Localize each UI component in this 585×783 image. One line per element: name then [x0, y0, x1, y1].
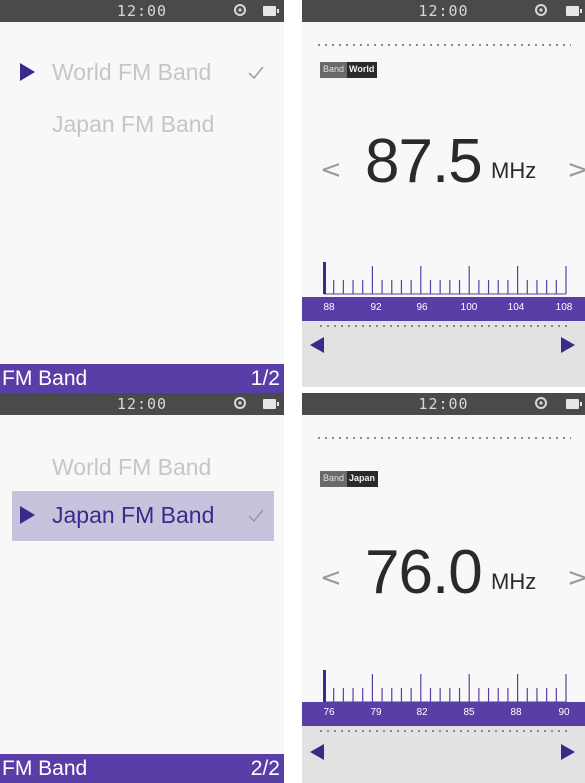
frequency-unit: MHz	[491, 569, 537, 594]
scale-labels-bar: 88 92 96 100 104 108	[302, 297, 585, 321]
scale-label: 79	[370, 707, 382, 718]
band-menu-screen: 12:00 World FM Band Japan FM Band FM Ban…	[0, 393, 284, 783]
scale-label: 92	[370, 302, 382, 313]
frequency-display: 76.0	[365, 538, 483, 607]
dotted-divider	[318, 44, 571, 46]
radio-screen: 12:00 Band Japan < 76.0 MHz > 76 79 82 8…	[302, 393, 585, 783]
next-frequency-button[interactable]: >	[567, 155, 585, 185]
footer-title: FM Band	[2, 757, 88, 780]
menu-item-label: Japan FM Band	[52, 111, 215, 137]
checkmark-icon	[248, 509, 264, 523]
seek-back-button[interactable]	[310, 744, 324, 760]
radio-screen: 12:00 Band World < 87.5 MHz > 88 92 96 1…	[302, 0, 585, 387]
dotted-divider	[318, 437, 571, 439]
seek-forward-button[interactable]	[561, 744, 575, 760]
footer-bar: FM Band 1/2	[0, 364, 284, 393]
battery-icon	[566, 399, 582, 409]
menu-item-world-fm-band[interactable]: World FM Band	[12, 443, 274, 493]
selection-arrow-icon	[20, 63, 35, 81]
menu-item-label: World FM Band	[52, 454, 212, 480]
nav-bar	[302, 321, 585, 387]
dotted-divider	[320, 730, 571, 732]
settings-icon	[535, 397, 547, 409]
menu-item-world-fm-band[interactable]: World FM Band	[12, 48, 274, 98]
scale-label: 100	[460, 302, 478, 313]
tuner-needle[interactable]	[323, 670, 326, 702]
scale-label: 85	[463, 707, 475, 718]
next-frequency-button[interactable]: >	[567, 563, 585, 593]
battery-icon	[263, 6, 279, 16]
settings-icon	[234, 397, 246, 409]
tuner-scale[interactable]	[302, 648, 585, 705]
band-menu-screen: 12:00 World FM Band Japan FM Band FM Ban…	[0, 0, 284, 393]
menu-item-japan-fm-band[interactable]: Japan FM Band	[12, 491, 274, 541]
nav-bar	[302, 726, 585, 783]
page-indicator: 2/2	[250, 757, 280, 780]
tuner-needle[interactable]	[323, 262, 326, 294]
settings-icon	[234, 4, 246, 16]
band-tag-key: Band	[320, 62, 348, 78]
scale-label: 104	[507, 302, 525, 313]
scale-label: 88	[323, 302, 335, 313]
scale-label: 90	[558, 707, 570, 718]
menu-item-label: World FM Band	[52, 59, 212, 85]
status-bar: 12:00	[302, 0, 585, 22]
footer-title: FM Band	[2, 367, 88, 390]
status-bar: 12:00	[0, 0, 284, 22]
band-tag-value: World	[347, 62, 378, 78]
prev-frequency-button[interactable]: <	[320, 155, 342, 185]
status-bar: 12:00	[302, 393, 585, 415]
battery-icon	[263, 399, 279, 409]
frequency-display: 87.5	[365, 127, 483, 196]
seek-forward-button[interactable]	[561, 337, 575, 353]
page-indicator: 1/2	[250, 367, 280, 390]
battery-icon	[566, 6, 582, 16]
tuner-scale[interactable]	[302, 240, 585, 297]
selection-arrow-icon	[20, 506, 35, 524]
band-tag: Band Japan	[320, 471, 379, 487]
prev-frequency-button[interactable]: <	[320, 563, 342, 593]
band-tag-key: Band	[320, 471, 348, 487]
scale-label: 82	[416, 707, 428, 718]
checkmark-icon	[248, 66, 264, 80]
seek-back-button[interactable]	[310, 337, 324, 353]
dotted-divider	[320, 325, 571, 327]
status-bar: 12:00	[0, 393, 284, 415]
footer-bar: FM Band 2/2	[0, 754, 284, 783]
settings-icon	[535, 4, 547, 16]
band-tag-value: Japan	[347, 471, 379, 487]
band-tag: Band World	[320, 62, 378, 78]
scale-labels-bar: 76 79 82 85 88 90	[302, 702, 585, 726]
frequency-unit: MHz	[491, 158, 537, 183]
menu-item-label: Japan FM Band	[52, 502, 215, 528]
scale-label: 96	[416, 302, 428, 313]
scale-label: 88	[510, 707, 522, 718]
menu-item-japan-fm-band[interactable]: Japan FM Band	[12, 100, 274, 150]
scale-label: 108	[555, 302, 573, 313]
scale-label: 76	[323, 707, 335, 718]
